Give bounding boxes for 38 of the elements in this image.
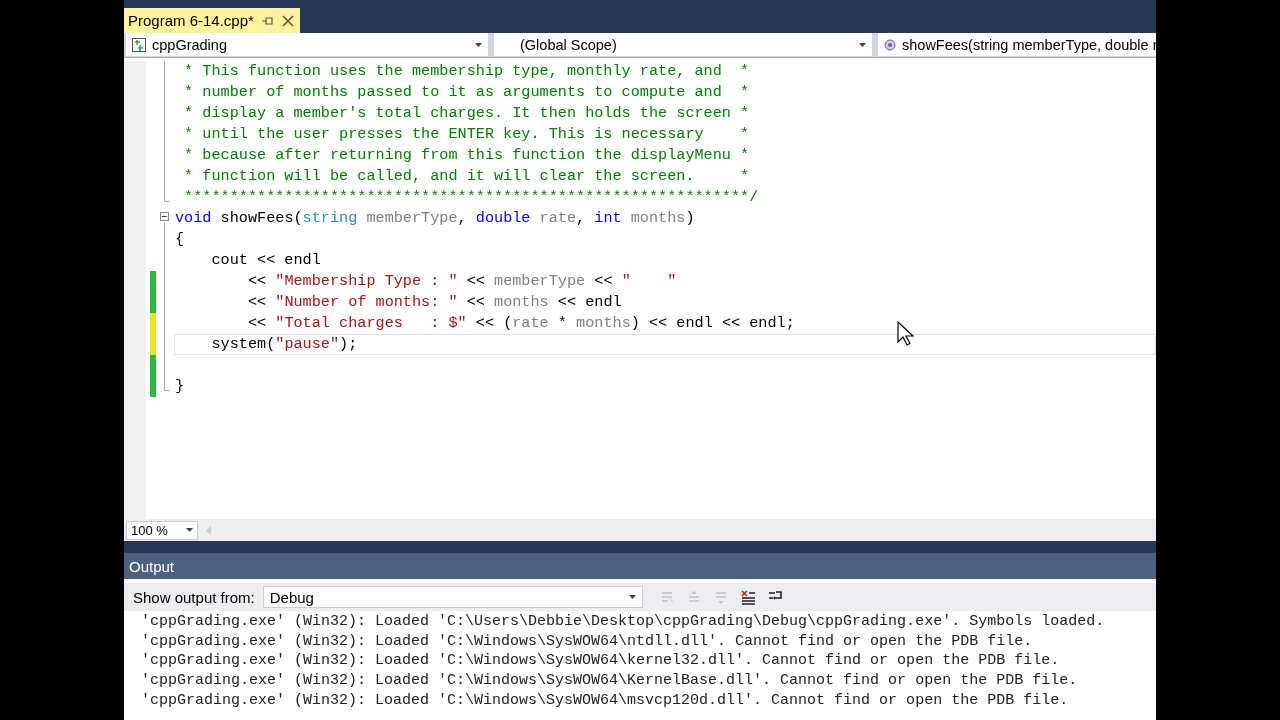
code-line: } [174, 376, 186, 397]
document-tab[interactable]: Program 6-14.cpp* [124, 8, 300, 33]
code-line: * display a member's total charges. It then holds the screen * [183, 103, 751, 124]
code-line: void showFees(string memberType, double rate, int months) [174, 208, 696, 229]
close-icon[interactable] [281, 14, 294, 27]
output-line: 'cppGrading.exe' (Win32): Loaded 'C:\Windows\SysWOW64\KernelBase.dll'. Cannot find or open the PDB file. [141, 671, 1079, 691]
caret-icon [628, 595, 636, 599]
panel-title: Output [124, 553, 1156, 579]
project-dropdown[interactable]: cppGrading [126, 33, 488, 56]
code-line: << "Number of months: " << months << endl [246, 292, 623, 313]
output-line: 'cppGrading.exe' (Win32): Loaded 'C:\Users\Debbie\Desktop\cppGrading\Debug\cppGrading.exe'. Symbols loaded. [141, 612, 1106, 632]
output-line: 'cppGrading.exe' (Win32): Loaded 'C:\Windows\SysWOW64\ntdll.dll'. Cannot find or open the PDB file. [141, 631, 1034, 652]
output-line: 'cppGrading.exe' (Win32): Loaded 'C:\Windows\SysWOW64\kernel32.dll'. Cannot find or open the PDB file. [141, 651, 1061, 672]
scope-dropdown[interactable]: (Global Scope) [494, 33, 872, 56]
code-line: * because after returning from this function the displayMenu * [183, 145, 751, 166]
method-icon [884, 38, 896, 51]
code-line: **************************************************************/ [183, 187, 760, 208]
source-label: Show output from: [133, 588, 255, 606]
output-line: 'cppGrading.exe' (Win32): Loaded 'C:\Windows\SysWOW64\msvcp120d.dll'. Cannot find or open the PDB file. [141, 690, 1070, 711]
code-line: * This function uses the membership type, monthly rate, and * [183, 61, 751, 82]
mouse-cursor-icon [897, 321, 915, 347]
output-source-dropdown[interactable]: Debug [262, 586, 643, 608]
collapse-icon[interactable] [160, 212, 169, 221]
code-line: << "Membership Type : " << memberType << " " [246, 271, 678, 292]
code-line: { [174, 229, 186, 250]
project-icon [132, 37, 146, 52]
code-line: << "Total charges : $" << (rate * months) << endl << endl; [246, 313, 796, 334]
code-line: * number of months passed to it as arguments to compute and * [183, 82, 751, 103]
clear-all-icon[interactable] [739, 588, 757, 606]
code-line: cout << endl [210, 250, 322, 271]
code-line: * function will be called, and it will clear the screen. * [183, 166, 751, 187]
caret-icon [475, 42, 482, 47]
caret-icon [859, 42, 866, 47]
tab-label: Program 6-14.cpp* [128, 12, 254, 29]
zoom-dropdown[interactable]: 100 % [126, 520, 198, 540]
pin-icon[interactable] [261, 15, 274, 26]
caret-icon [186, 528, 193, 532]
code-line: * until the user presses the ENTER key. This is necessary * [183, 124, 751, 145]
